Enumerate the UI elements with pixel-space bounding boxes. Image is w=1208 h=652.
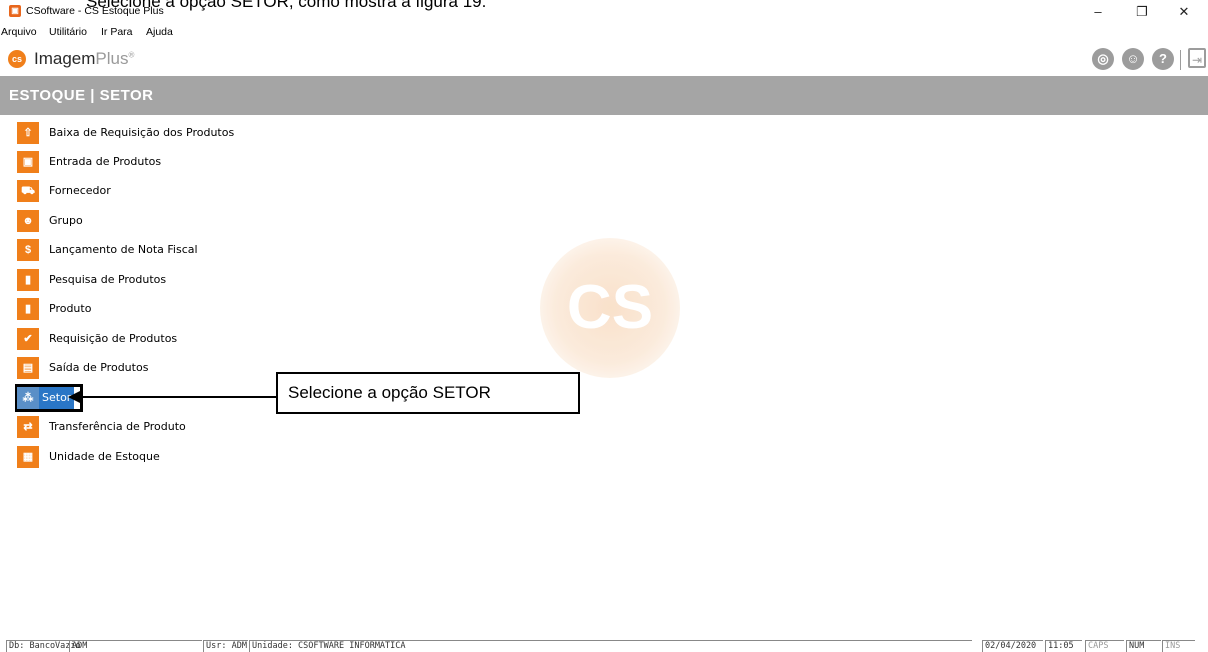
brand-name-main: Imagem — [34, 49, 96, 68]
check-icon: ✔ — [17, 328, 39, 350]
cs-watermark-logo: CS — [540, 238, 680, 378]
brand-name-suffix: Plus — [95, 49, 129, 68]
callout-box: Selecione a opção SETOR — [276, 372, 580, 414]
menu-ir-para[interactable]: Ir Para — [101, 26, 133, 38]
status-num: NUM — [1126, 640, 1161, 652]
menu-entry-label: Requisição de Produtos — [49, 332, 178, 345]
window-title: CSoftware - CS Estoque Plus — [26, 5, 164, 17]
truck-icon: ⛟ — [17, 180, 39, 202]
status-ins: INS — [1162, 640, 1195, 652]
minimize-button[interactable]: – — [1078, 2, 1118, 22]
status-user-short: ADM — [69, 640, 202, 652]
cylinder-icon: ▮ — [17, 269, 39, 291]
menu-entry-label: Entrada de Produtos — [49, 155, 162, 168]
icon-divider — [1180, 50, 1181, 70]
globe-icon[interactable]: ◎ — [1092, 48, 1114, 70]
menu-entry-label: Saída de Produtos — [49, 361, 149, 374]
box-out-icon: ▤ — [17, 357, 39, 379]
menu-entry-label: Pesquisa de Produtos — [49, 273, 167, 286]
menu-entry-label: Produto — [49, 302, 92, 315]
menu-entry-label: Lançamento de Nota Fiscal — [49, 243, 198, 256]
brand-registered-mark: ® — [128, 50, 135, 60]
top-icon-group: ◎ ☺ ? ⇥ — [1092, 48, 1206, 72]
restore-button[interactable]: ❐ — [1122, 2, 1162, 22]
menu-entry-label: Grupo — [49, 214, 83, 227]
title-bar: ▣ CSoftware - CS Estoque Plus – ❐ ✕ — [0, 0, 1208, 22]
app-icon: ▣ — [9, 5, 21, 17]
menu-entry-label: Baixa de Requisição dos Produtos — [49, 126, 235, 139]
menu-arquivo[interactable]: Arquivo — [1, 26, 37, 38]
status-db: Db: BancoVazio — [6, 640, 81, 652]
upload-box-icon: ⇧ — [17, 122, 39, 144]
menu-entry-label: Unidade de Estoque — [49, 450, 160, 463]
menu-utilitario[interactable]: Utilitário — [49, 26, 87, 38]
box-in-icon: ▣ — [17, 151, 39, 173]
status-user: Usr: ADM — [203, 640, 248, 652]
status-date: 02/04/2020 — [982, 640, 1043, 652]
status-bar: Db: BancoVazio ADM Usr: ADM Unidade: CSO… — [0, 639, 1208, 652]
callout-line — [78, 396, 278, 398]
callout-text: Selecione a opção SETOR — [288, 383, 491, 402]
group-icon: ☻ — [17, 210, 39, 232]
brand-logo-icon: cs — [8, 50, 26, 68]
brand-name: ImagemPlus® — [34, 49, 134, 69]
section-title: ESTOQUE | SETOR — [9, 87, 154, 104]
dollar-icon: $ — [17, 239, 39, 261]
menu-bar: Arquivo Utilitário Ir Para Ajuda — [0, 25, 1208, 41]
transfer-icon: ⇄ — [17, 416, 39, 438]
section-header: ESTOQUE | SETOR — [0, 76, 1208, 115]
exit-icon[interactable]: ⇥ — [1188, 48, 1206, 68]
status-unit: Unidade: CSOFTWARE INFORMATICA — [249, 640, 972, 652]
status-time: 11:05 — [1045, 640, 1082, 652]
units-icon: ▦ — [17, 446, 39, 468]
menu-entry-label: Transferência de Produto — [49, 420, 186, 433]
support-agent-icon[interactable]: ☺ — [1122, 48, 1144, 70]
cylinder-icon: ▮ — [17, 298, 39, 320]
status-caps: CAPS — [1085, 640, 1124, 652]
brand-bar: cs ImagemPlus® ◎ ☺ ? ⇥ — [0, 42, 1208, 76]
menu-entry-label: Fornecedor — [49, 184, 111, 197]
close-button[interactable]: ✕ — [1164, 2, 1204, 22]
sitemap-icon: ⁂ — [17, 387, 39, 409]
menu-ajuda[interactable]: Ajuda — [146, 26, 173, 38]
help-icon[interactable]: ? — [1152, 48, 1174, 70]
